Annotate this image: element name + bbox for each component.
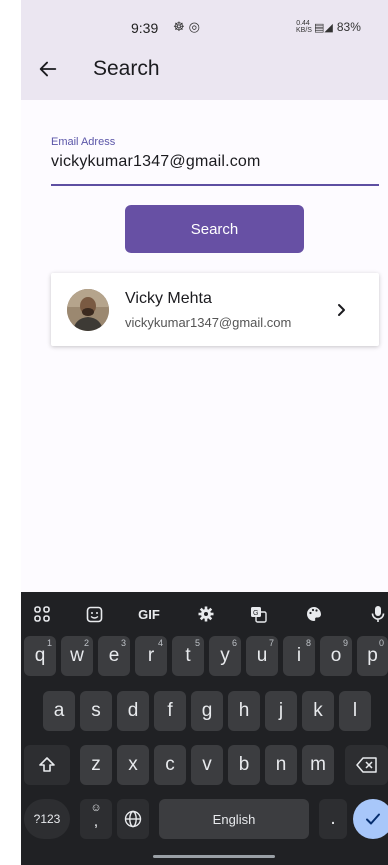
notification-icon: ☸ — [173, 19, 189, 34]
key-j[interactable]: j — [265, 691, 297, 731]
status-time: 9:39 — [131, 20, 159, 36]
settings-icon[interactable] — [191, 600, 221, 628]
space-key[interactable]: English — [159, 799, 309, 839]
palette-icon[interactable] — [299, 600, 329, 628]
gesture-nav-bar — [153, 855, 275, 858]
key-k[interactable]: k — [302, 691, 334, 731]
instagram-icon: ◎ — [188, 19, 204, 34]
key-b[interactable]: b — [228, 745, 260, 785]
phone-screen: 9:39 ☸◎ 0.44 KB/S ▤◢ 83% Search Email Ad… — [21, 0, 388, 865]
result-card[interactable]: Vicky Mehta vickykumar1347@gmail.com — [51, 273, 379, 346]
checkmark-icon — [366, 813, 380, 825]
key-v[interactable]: v — [191, 745, 223, 785]
key-r[interactable]: r4 — [135, 636, 167, 676]
status-right: 0.44 KB/S ▤◢ 83% — [296, 20, 361, 34]
translate-icon[interactable]: G — [243, 600, 273, 628]
key-n[interactable]: n — [265, 745, 297, 785]
gif-button[interactable]: GIF — [131, 600, 167, 628]
comma-key[interactable]: ☺ , — [80, 799, 112, 839]
chevron-right-icon[interactable] — [335, 303, 349, 317]
keyboard: GIF G q1 w2 e3 r4 t5 y6 u7 i8 o9 p0 a s — [21, 592, 388, 865]
period-key[interactable]: . — [319, 799, 347, 839]
key-y[interactable]: y6 — [209, 636, 241, 676]
symbols-key[interactable]: ?123 — [24, 799, 70, 839]
key-p[interactable]: p0 — [357, 636, 388, 676]
result-email: vickykumar1347@gmail.com — [125, 315, 292, 330]
shift-icon — [39, 757, 55, 772]
key-t[interactable]: t5 — [172, 636, 204, 676]
key-h[interactable]: h — [228, 691, 260, 731]
backspace-icon — [355, 757, 377, 773]
key-l[interactable]: l — [339, 691, 371, 731]
globe-icon — [124, 810, 142, 828]
key-g[interactable]: g — [191, 691, 223, 731]
key-z[interactable]: z — [80, 745, 112, 785]
key-q[interactable]: q1 — [24, 636, 56, 676]
key-u[interactable]: u7 — [246, 636, 278, 676]
search-button[interactable]: Search — [125, 205, 304, 253]
key-o[interactable]: o9 — [320, 636, 352, 676]
email-field-underline — [51, 184, 379, 186]
top-bar: 9:39 ☸◎ 0.44 KB/S ▤◢ 83% Search — [21, 0, 388, 100]
mic-icon[interactable] — [365, 600, 388, 628]
page-title: Search — [93, 57, 160, 80]
language-key[interactable] — [117, 799, 149, 839]
result-name: Vicky Mehta — [125, 290, 212, 307]
key-m[interactable]: m — [302, 745, 334, 785]
key-s[interactable]: s — [80, 691, 112, 731]
enter-key[interactable] — [353, 799, 388, 839]
status-left-icons: ☸◎ — [173, 19, 204, 35]
avatar-photo — [67, 289, 109, 331]
apps-icon[interactable] — [27, 600, 57, 628]
battery-level: 83% — [336, 20, 361, 34]
email-field[interactable]: vickykumar1347@gmail.com — [51, 153, 261, 171]
backspace-key[interactable] — [345, 745, 388, 785]
net-speed: 0.44 KB/S — [296, 20, 312, 34]
key-x[interactable]: x — [117, 745, 149, 785]
key-a[interactable]: a — [43, 691, 75, 731]
signal-icon: ▤◢ — [314, 21, 333, 34]
avatar — [67, 289, 109, 331]
key-c[interactable]: c — [154, 745, 186, 785]
svg-text:G: G — [253, 610, 258, 617]
email-field-label: Email Adress — [51, 136, 116, 148]
back-arrow-icon[interactable] — [37, 58, 59, 80]
keyboard-toolbar: GIF G — [21, 600, 388, 630]
key-e[interactable]: e3 — [98, 636, 130, 676]
shift-key[interactable] — [24, 745, 70, 785]
key-f[interactable]: f — [154, 691, 186, 731]
key-i[interactable]: i8 — [283, 636, 315, 676]
key-w[interactable]: w2 — [61, 636, 93, 676]
key-d[interactable]: d — [117, 691, 149, 731]
sticker-icon[interactable] — [79, 600, 109, 628]
